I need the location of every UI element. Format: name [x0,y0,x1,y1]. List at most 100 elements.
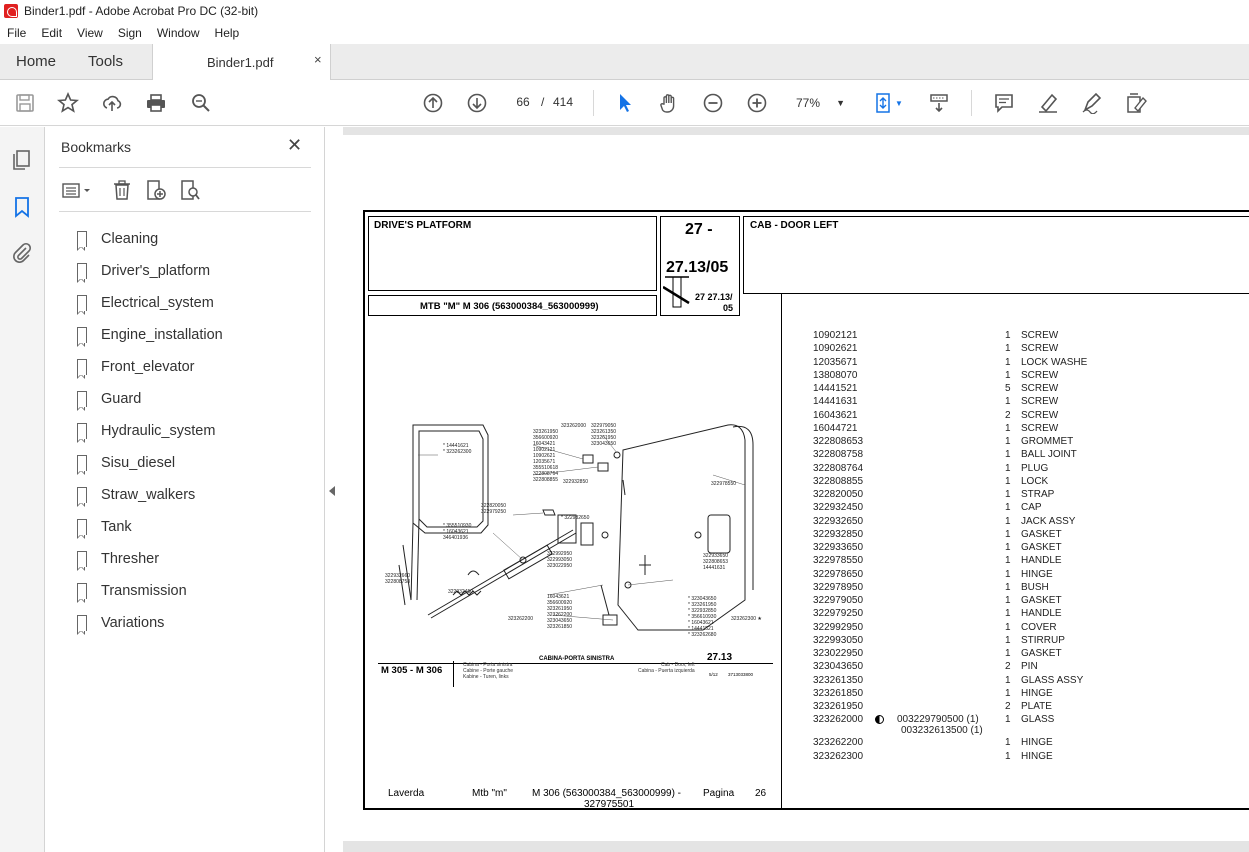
acrobat-logo-icon [4,4,18,18]
find-bookmark-icon[interactable] [179,179,201,201]
part-number: 322808653 [813,436,864,447]
sign-pen-icon[interactable] [1079,90,1105,116]
part-quantity: 1 [1005,608,1011,620]
menu-help[interactable]: Help [208,26,248,40]
footer-code: 327975501 [584,799,635,810]
bookmark-icon [77,583,87,603]
print-icon[interactable] [143,90,169,116]
page-number-input[interactable]: 66 [509,91,537,113]
part-description: STIRRUP [1021,634,1065,646]
comment-icon[interactable] [991,90,1017,116]
zoom-out-icon[interactable] [700,90,726,116]
part-number: 16044721 [813,422,858,434]
save-icon[interactable] [12,90,38,116]
scroll-mode-icon[interactable] [926,90,952,116]
bookmark-item[interactable]: Tank [77,511,317,543]
bookmark-item[interactable]: Thresher [77,543,317,575]
caption-center: CABINA-PORTA SINISTRA [539,656,615,662]
svg-text:* 322932650: * 322932650 [561,515,590,521]
caption-de: Kabine - Turen, links [463,674,509,680]
menu-view[interactable]: View [70,26,111,40]
part-quantity: 1 [1005,581,1011,593]
tab-home[interactable]: Home [16,53,56,70]
bookmark-label: Guard [101,391,142,407]
bookmark-item[interactable]: Sisu_diesel [77,447,317,479]
bookmark-item[interactable]: Front_elevator [77,351,317,383]
part-description: GLASS [1021,714,1055,726]
column-divider [781,293,782,810]
part-description: BALL JOINT [1021,449,1077,461]
arrow-down-circle-icon[interactable] [464,90,490,116]
document-view[interactable]: DRIVE'S PLATFORM 27 - 27.13/05 27 27.13/… [343,127,1249,852]
tab-close-icon[interactable]: × [314,52,322,67]
delete-bookmark-icon[interactable] [111,179,133,201]
hand-icon[interactable] [656,90,682,116]
part-description: GASKET [1021,595,1062,606]
group-code-small-2: 05 [723,303,734,313]
footer-model: M 306 (563000384_563000999) - [532,788,682,799]
pages-thumbnail-icon[interactable] [10,147,34,171]
menu-window[interactable]: Window [150,26,208,40]
navigation-rail [0,127,45,852]
bookmark-label: Thresher [101,551,160,567]
fit-page-chevron-icon[interactable]: ▼ [893,90,905,116]
bookmark-icon [77,615,87,635]
window-title: Binder1.pdf - Adobe Acrobat Pro DC (32-b… [24,4,259,18]
collapse-panel-icon[interactable] [329,486,335,496]
part-number: 323261350 [813,674,864,686]
tab-document[interactable]: Binder1.pdf × [152,44,331,81]
zoom-level-select[interactable]: 77% ▼ [787,91,851,115]
chevron-down-icon: ▼ [836,98,845,108]
menu-edit[interactable]: Edit [34,26,70,40]
new-bookmark-icon[interactable] [145,179,167,201]
bookmark-label: Engine_installation [101,327,223,343]
bookmark-item[interactable]: Engine_installation [77,319,317,351]
part-description: PIN [1021,661,1038,673]
arrow-up-circle-icon[interactable] [420,90,446,116]
footer-mtb: Mtb "m" [472,788,507,799]
bookmark-icon [77,391,87,411]
group-code-small: 27 27.13/ [695,292,733,302]
bookmark-item[interactable]: Hydraulic_system [77,415,317,447]
part-quantity: 1 [1005,396,1011,408]
menu-sign[interactable]: Sign [111,26,150,40]
edit-form-icon[interactable] [1123,90,1149,116]
part-number: 14441521 [813,383,858,394]
zoom-in-icon[interactable] [744,90,770,116]
svg-text:323262000: 323262000 [561,423,586,429]
bookmark-item[interactable]: Transmission [77,575,317,607]
part-description: PLATE [1021,701,1052,712]
highlight-icon[interactable] [1035,90,1061,116]
caption-rule [378,663,773,664]
drawing-sheet-code: 3713033800 [728,672,754,677]
section-title: DRIVE'S PLATFORM [374,220,472,231]
toolbar: 66 / 414 77% ▼ ▼ [0,80,1249,126]
bookmark-item[interactable]: Guard [77,383,317,415]
star-icon[interactable] [55,90,81,116]
bookmark-item[interactable]: Driver's_platform [77,255,317,287]
options-menu-icon[interactable] [61,179,97,201]
part-number: 322979050 [813,595,864,606]
select-pointer-icon[interactable] [612,90,638,116]
search-zoom-icon[interactable] [188,90,214,116]
part-description: PLUG [1021,462,1049,474]
bookmark-icon [77,455,87,475]
close-icon[interactable]: ✕ [287,135,302,156]
part-description: GASKET [1021,542,1062,553]
part-description: HINGE [1021,750,1053,762]
attachment-icon[interactable] [10,241,34,265]
bookmark-item[interactable]: Straw_walkers [77,479,317,511]
bookmark-item[interactable]: Variations [77,607,317,639]
part-description: HINGE [1021,687,1053,699]
bookmark-label: Front_elevator [101,359,195,375]
bookmark-item[interactable]: Electrical_system [77,287,317,319]
part-quantity: 2 [1005,701,1011,712]
bookmark-item[interactable]: Cleaning [77,223,317,255]
part-description: SCREW [1021,383,1059,394]
upload-icon[interactable] [99,90,125,116]
tab-tools[interactable]: Tools [88,53,123,70]
bookmark-panel-icon[interactable] [10,195,34,219]
part-number: 323261950 [813,701,864,712]
menu-file[interactable]: File [0,26,34,40]
exploded-diagram: 323261950 356600920 16043421 10902121 10… [385,423,762,638]
